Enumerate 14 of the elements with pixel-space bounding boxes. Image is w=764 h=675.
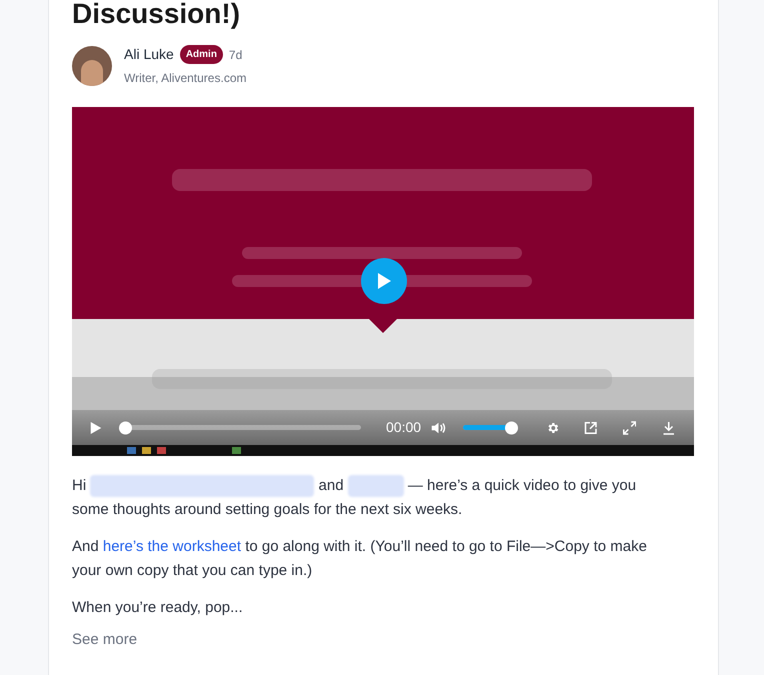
time-display: 00:00 [386, 418, 422, 437]
author-subtitle: Writer, Aliventures.com [124, 70, 246, 87]
post-time: 7d [228, 46, 242, 64]
post-paragraph: When you’re ready, pop... [72, 598, 244, 618]
see-more-link[interactable]: See more [72, 629, 138, 652]
avatar[interactable] [72, 46, 112, 86]
post-paragraph: And here’s the worksheet to go along with it. (You’ll need to go to File—>Copy to make your own copy that you can type in.) [72, 537, 648, 581]
worksheet-link[interactable]: here’s the worksheet [102, 538, 242, 555]
play-icon [376, 272, 392, 290]
post-paragraph: Hi and — here’s a quick video to give you some thoughts around setting goals for the next six weeks. [72, 474, 638, 520]
fullscreen-icon[interactable] [623, 418, 636, 436]
post-title: Discussion!) [72, 0, 242, 30]
role-badge: Admin [180, 45, 223, 64]
author-name[interactable]: Ali Luke [124, 44, 174, 65]
